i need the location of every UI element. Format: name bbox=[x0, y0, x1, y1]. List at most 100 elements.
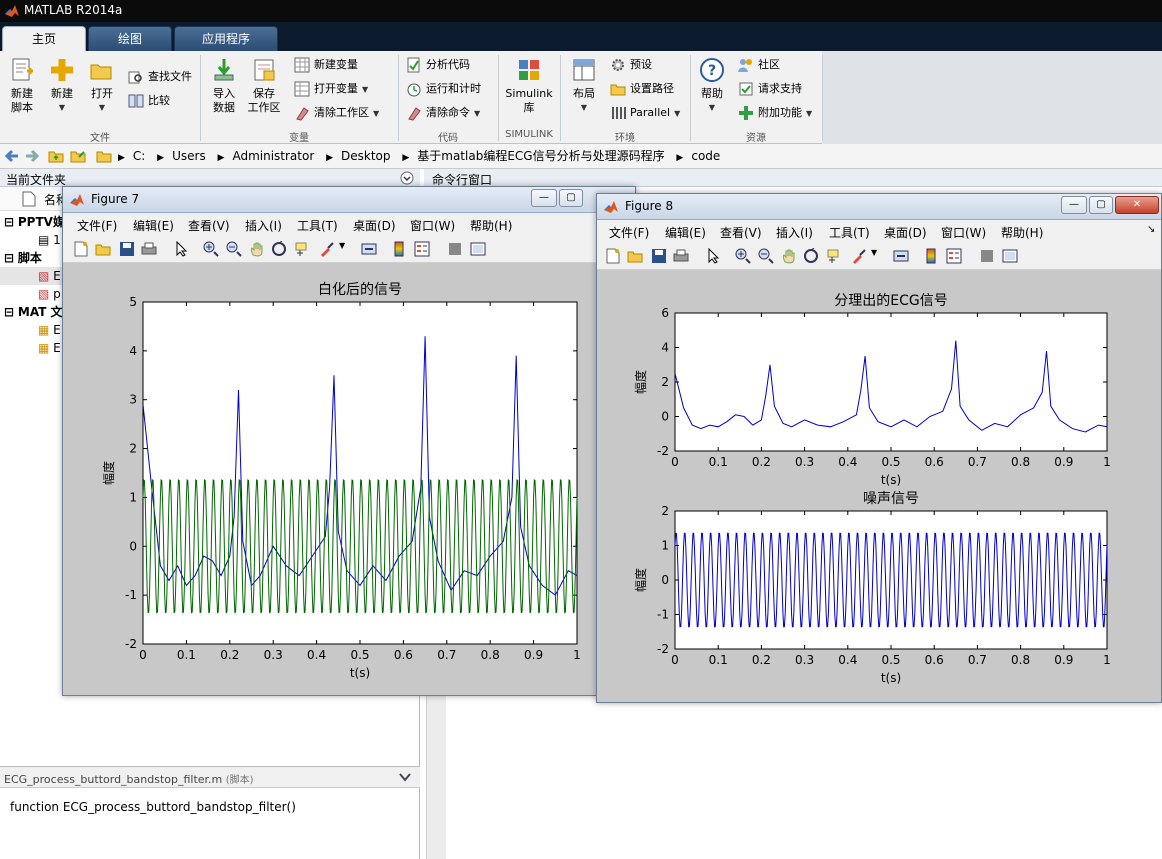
menu-view[interactable]: 查看(V) bbox=[720, 224, 762, 241]
link-plot-icon[interactable] bbox=[361, 241, 377, 257]
rotate-3d-icon[interactable] bbox=[803, 248, 819, 264]
tree-expand-icon[interactable]: ⊟ bbox=[4, 215, 14, 229]
panel-menu-icon[interactable] bbox=[400, 171, 414, 185]
figure8-plot[interactable]: 0 0.1 0.2 0.3 0.4 0.5 0.6 0.7 0.8 0.9 1-20246分理出的E… bbox=[597, 271, 1161, 702]
open-file-icon[interactable] bbox=[95, 241, 111, 257]
show-plot-tools-icon[interactable] bbox=[1002, 248, 1018, 264]
colorbar-icon[interactable] bbox=[923, 248, 939, 264]
menu-insert[interactable]: 插入(I) bbox=[245, 217, 282, 234]
menu-tools[interactable]: 工具(T) bbox=[297, 217, 338, 234]
menu-window[interactable]: 窗口(W) bbox=[410, 217, 455, 234]
open-variable-dropdown-icon[interactable]: ▼ bbox=[362, 85, 368, 94]
dock-arrow-icon[interactable]: ↘ bbox=[1147, 224, 1155, 235]
breadcrumb-project[interactable]: 基于matlab编程ECG信号分析与处理源码程序 bbox=[417, 149, 664, 163]
new-variable-button[interactable]: 新建变量 bbox=[294, 55, 358, 75]
tree-item-mat[interactable]: ▦ E bbox=[38, 321, 61, 339]
breadcrumb-chevron-icon[interactable]: ▶ bbox=[218, 153, 225, 163]
tree-group-pptv[interactable]: ⊟ PPTV媒 bbox=[4, 213, 65, 231]
figure7-window[interactable]: Figure 7 — ▢ 文件(F) 编辑(E) 查看(V) 插入(I) 工具(… bbox=[62, 186, 636, 696]
pan-hand-icon[interactable] bbox=[249, 241, 265, 257]
open-button[interactable]: 打开 ▼ bbox=[82, 57, 122, 115]
zoom-out-icon[interactable] bbox=[758, 248, 774, 264]
new-script-button[interactable]: 新建 脚本 bbox=[2, 57, 42, 115]
breadcrumb-chevron-icon[interactable]: ▶ bbox=[157, 153, 164, 163]
breadcrumb-chevron-icon[interactable]: ▶ bbox=[326, 153, 333, 163]
tab-apps[interactable]: 应用程序 bbox=[174, 26, 278, 51]
figure8-canvas[interactable]: 0 0.1 0.2 0.3 0.4 0.5 0.6 0.7 0.8 0.9 1 -2 0 2 4 6 分理出的E… bbox=[597, 271, 1161, 702]
show-plot-tools-icon[interactable] bbox=[470, 241, 486, 257]
minimize-button[interactable]: — bbox=[1061, 196, 1087, 214]
help-button[interactable]: ? 帮助 ▼ bbox=[692, 57, 732, 115]
link-plot-icon[interactable] bbox=[893, 248, 909, 264]
maximize-button[interactable]: ▢ bbox=[559, 189, 583, 207]
legend-icon[interactable] bbox=[414, 241, 430, 257]
close-button[interactable]: ✕ bbox=[1115, 196, 1159, 214]
menu-file[interactable]: 文件(F) bbox=[77, 217, 117, 234]
save-workspace-button[interactable]: 保存 工作区 bbox=[244, 57, 284, 115]
forward-arrow-icon[interactable] bbox=[24, 148, 40, 164]
menu-tools[interactable]: 工具(T) bbox=[829, 224, 870, 241]
zoom-out-icon[interactable] bbox=[226, 241, 242, 257]
new-figure-icon[interactable] bbox=[605, 248, 621, 264]
parallel-button[interactable]: Parallel ▼ bbox=[610, 103, 680, 123]
menu-window[interactable]: 窗口(W) bbox=[941, 224, 986, 241]
clear-commands-dropdown-icon[interactable]: ▼ bbox=[474, 109, 480, 118]
community-button[interactable]: 社区 bbox=[738, 55, 780, 75]
tree-item-mat[interactable]: ▦ E bbox=[38, 339, 61, 357]
add-ons-button[interactable]: 附加功能 ▼ bbox=[738, 103, 812, 123]
brush-icon[interactable] bbox=[851, 248, 867, 264]
new-figure-icon[interactable] bbox=[73, 241, 89, 257]
brush-dropdown-icon[interactable]: ▼ bbox=[871, 248, 877, 257]
figure7-plot[interactable]: 0 0.1 0.2 0.3 0.4 0.5 0.6 0.7 0.8 0.9 1 -2 -1 0 1 2 3 4 5 白… bbox=[63, 264, 635, 695]
new-button[interactable]: 新建 ▼ bbox=[42, 57, 82, 115]
set-path-button[interactable]: 设置路径 bbox=[610, 79, 674, 99]
breadcrumb-administrator[interactable]: Administrator bbox=[232, 149, 314, 163]
tab-plots[interactable]: 绘图 bbox=[88, 26, 172, 51]
breadcrumb-desktop[interactable]: Desktop bbox=[341, 149, 391, 163]
save-icon[interactable] bbox=[119, 241, 135, 257]
clear-workspace-button[interactable]: 清除工作区 ▼ bbox=[294, 103, 379, 123]
analyze-code-button[interactable]: 分析代码 bbox=[406, 55, 470, 75]
tree-item-script[interactable]: ▧ p bbox=[38, 285, 61, 303]
chevron-down-icon[interactable] bbox=[398, 771, 412, 783]
breadcrumb-chevron-icon[interactable]: ▶ bbox=[676, 153, 683, 163]
menu-file[interactable]: 文件(F) bbox=[609, 224, 649, 241]
browse-folder-icon[interactable] bbox=[70, 148, 86, 164]
tree-expand-icon[interactable]: ⊟ bbox=[4, 305, 14, 319]
request-support-button[interactable]: 请求支持 bbox=[738, 79, 802, 99]
clear-commands-button[interactable]: 清除命令 ▼ bbox=[406, 103, 480, 123]
file-detail-header[interactable]: ECG_process_buttord_bandstop_filter.m (脚… bbox=[0, 766, 420, 788]
brush-dropdown-icon[interactable]: ▼ bbox=[339, 241, 345, 250]
simulink-library-button[interactable]: Simulink 库 bbox=[504, 57, 554, 115]
clear-workspace-dropdown-icon[interactable]: ▼ bbox=[373, 109, 379, 118]
preferences-button[interactable]: 预设 bbox=[610, 55, 652, 75]
parallel-dropdown-icon[interactable]: ▼ bbox=[674, 109, 680, 118]
compare-button[interactable]: 比较 bbox=[128, 91, 170, 111]
maximize-button[interactable]: ▢ bbox=[1089, 196, 1113, 214]
data-cursor-icon[interactable] bbox=[294, 241, 310, 257]
up-folder-icon[interactable] bbox=[48, 148, 64, 164]
tree-group-scripts[interactable]: ⊟ 脚本 bbox=[4, 249, 42, 267]
zoom-in-icon[interactable] bbox=[203, 241, 219, 257]
menu-desktop[interactable]: 桌面(D) bbox=[884, 224, 927, 241]
open-variable-button[interactable]: 打开变量 ▼ bbox=[294, 79, 368, 99]
hide-plot-tools-icon[interactable] bbox=[447, 241, 463, 257]
figure8-title-bar[interactable]: Figure 8 — ▢ ✕ bbox=[597, 194, 1161, 220]
menu-help[interactable]: 帮助(H) bbox=[470, 217, 512, 234]
find-files-button[interactable]: 查找文件 bbox=[128, 67, 192, 87]
breadcrumb-chevron-icon[interactable]: ▶ bbox=[118, 153, 125, 163]
breadcrumb-drive[interactable]: C: bbox=[133, 149, 145, 163]
legend-icon[interactable] bbox=[946, 248, 962, 264]
figure7-title-bar[interactable]: Figure 7 — ▢ bbox=[63, 187, 635, 213]
rotate-3d-icon[interactable] bbox=[271, 241, 287, 257]
run-and-time-button[interactable]: 运行和计时 bbox=[406, 79, 481, 99]
breadcrumb-code[interactable]: code bbox=[691, 149, 720, 163]
data-cursor-icon[interactable] bbox=[826, 248, 842, 264]
menu-insert[interactable]: 插入(I) bbox=[776, 224, 813, 241]
pan-hand-icon[interactable] bbox=[781, 248, 797, 264]
layout-button[interactable]: 布局 ▼ bbox=[564, 57, 604, 115]
open-file-icon[interactable] bbox=[627, 248, 643, 264]
back-arrow-icon[interactable] bbox=[4, 148, 20, 164]
menu-edit[interactable]: 编辑(E) bbox=[133, 217, 174, 234]
tree-expand-icon[interactable]: ⊟ bbox=[4, 251, 14, 265]
